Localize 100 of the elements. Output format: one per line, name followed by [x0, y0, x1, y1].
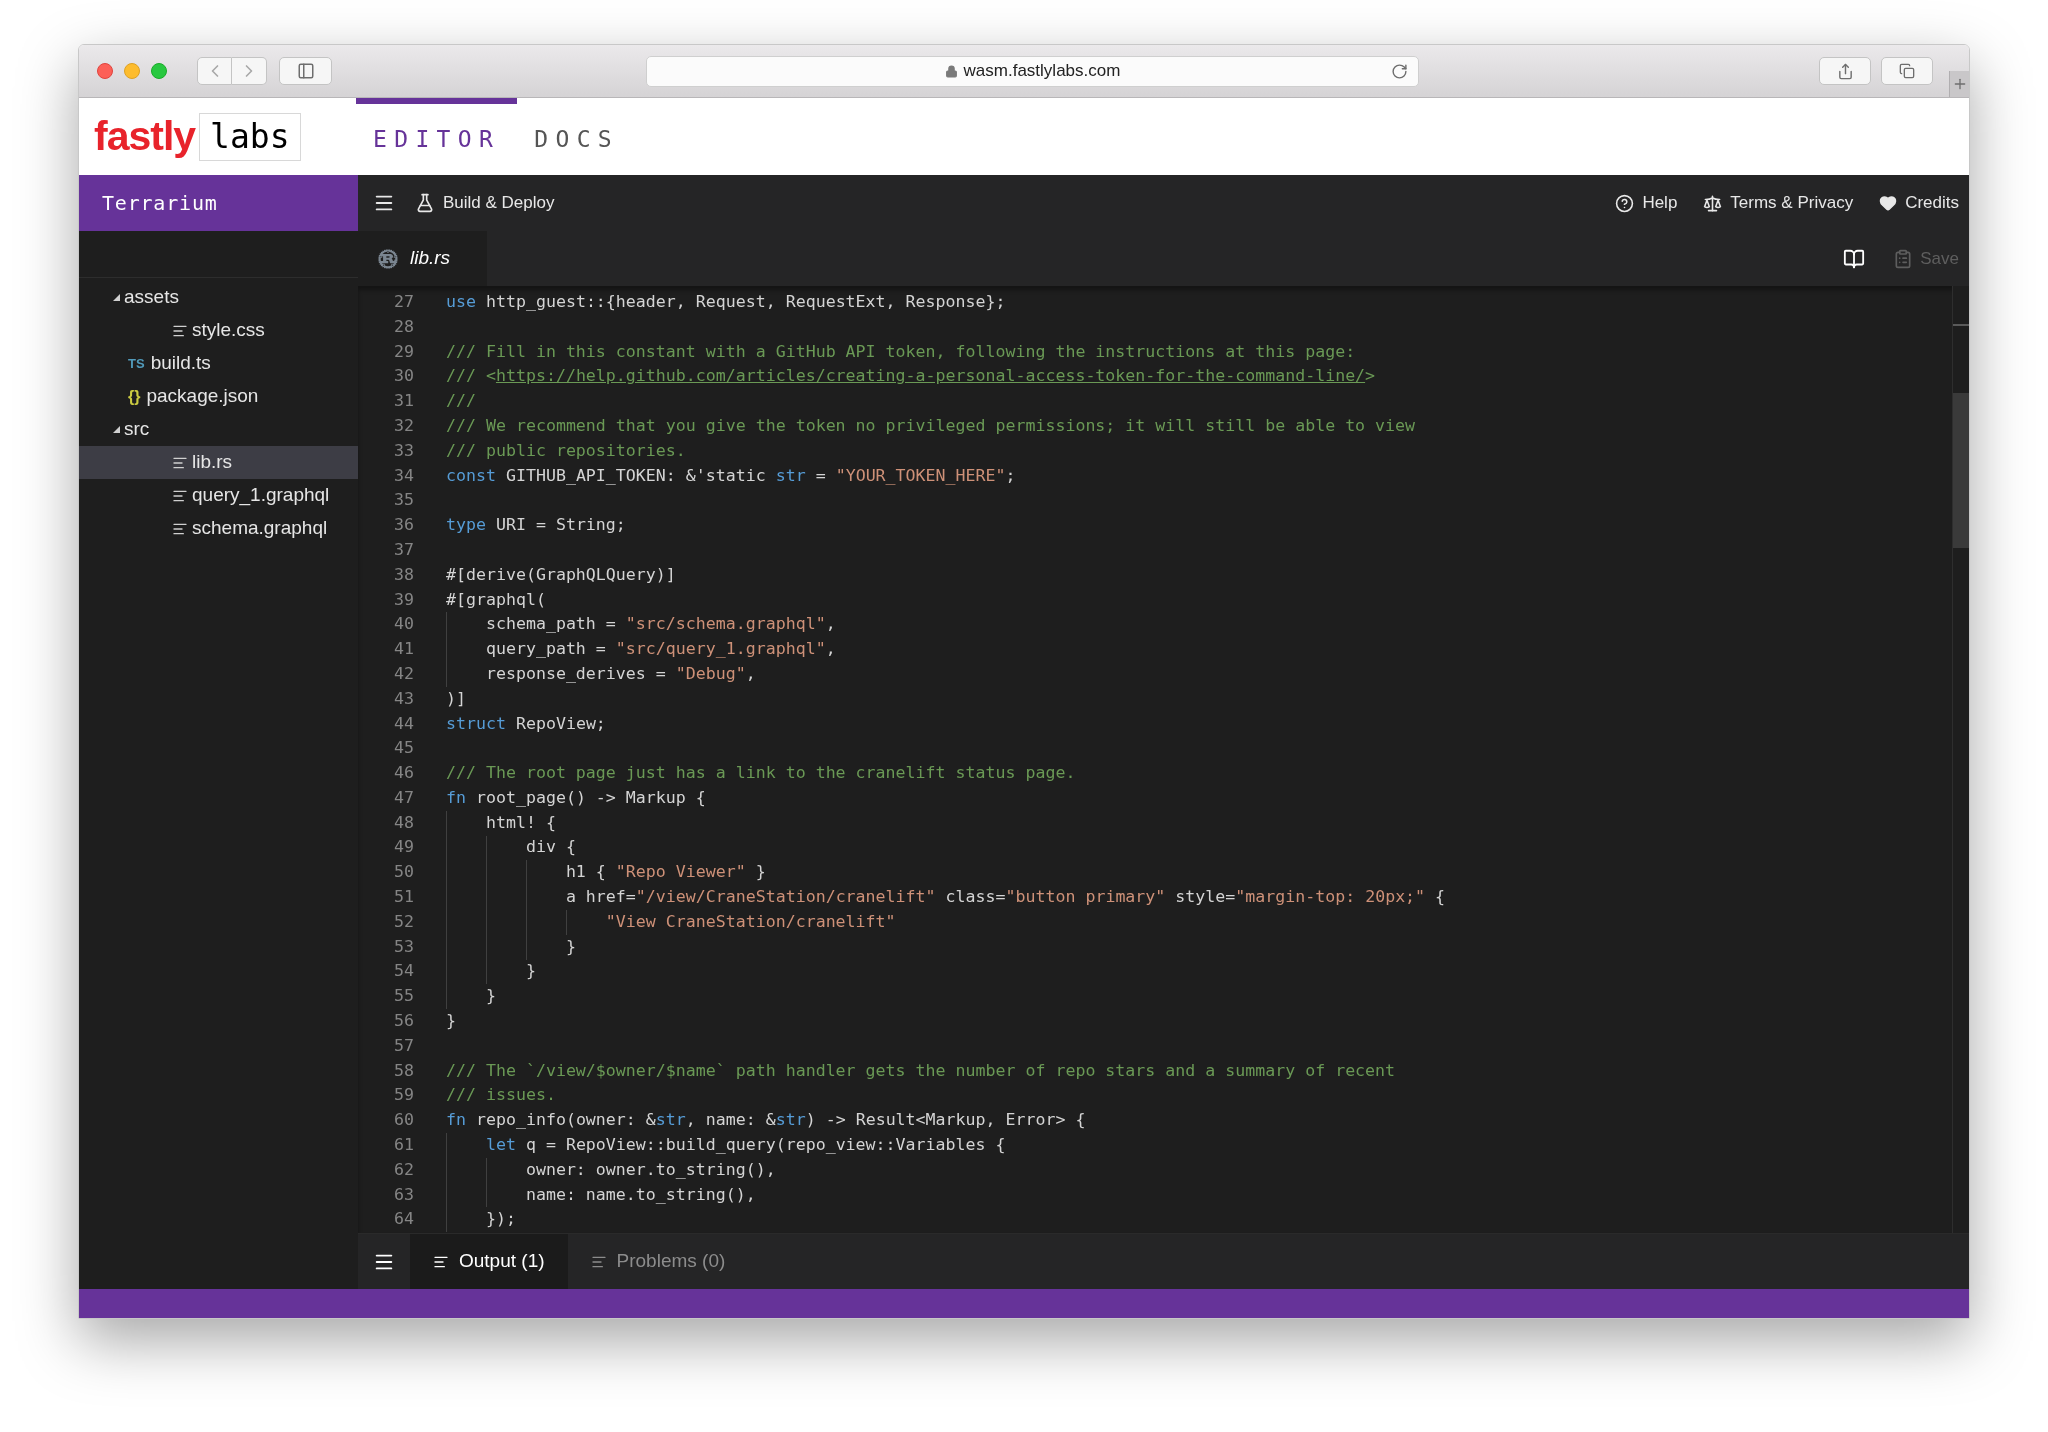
code-line: use http_guest::{header, Request, RequestExt, Response}; [446, 290, 1006, 313]
code-line: #[graphql( [446, 588, 546, 611]
minimize-button[interactable] [124, 63, 140, 79]
code-line: fn repo_info(owner: &str, name: &str) -> Result<Markup, Error> { [446, 1109, 1086, 1132]
file-tab[interactable]: lib.rs [358, 231, 487, 286]
line-number: 42 [393, 662, 414, 685]
nav-tab[interactable]: DOCS [517, 98, 637, 175]
folder-item[interactable]: src [79, 413, 358, 446]
code-line: fn root_page() -> Markup { [446, 786, 706, 809]
code-line: /// public repositories. [446, 439, 686, 462]
line-number: 38 [393, 563, 414, 586]
address-field[interactable]: wasm.fastlylabs.com [646, 55, 1419, 87]
code-line: /// The `/view/$owner/$name` path handler gets the number of repo stars and a summary of recent [446, 1059, 1396, 1082]
code-line: "View CraneStation/cranelift" [604, 910, 896, 933]
code-line: a href="/view/CraneStation/cranelift" class="button primary" style="margin-top: 20px;" { [564, 886, 1446, 909]
scrollbar-thumb[interactable] [1953, 393, 1969, 548]
line-number: 54 [393, 960, 414, 983]
book-icon[interactable] [1843, 247, 1866, 270]
code-line: const GITHUB_API_TOKEN: &'static str = "YOUR_TOKEN_HERE"; [446, 464, 1016, 487]
line-number: 45 [393, 737, 414, 760]
code-line: query_path = "src/query_1.graphql", [484, 638, 836, 661]
build-deploy-button[interactable]: Build & Deploy [415, 190, 555, 216]
close-button[interactable] [97, 63, 113, 79]
line-number: 61 [393, 1134, 414, 1157]
line-number: 31 [393, 390, 414, 413]
line-number: 64 [393, 1208, 414, 1231]
code-line: } [446, 1010, 456, 1033]
line-number: 51 [393, 886, 414, 909]
code-line: } [484, 985, 496, 1008]
file-item[interactable]: query_1.graphql [79, 479, 358, 512]
line-number: 32 [393, 414, 414, 437]
line-number: 41 [393, 638, 414, 661]
line-number: 39 [393, 588, 414, 611]
code-line: name: name.to_string(), [524, 1183, 756, 1206]
code-line: /// Fill in this constant with a GitHub API token, following the instructions at this page: [446, 340, 1356, 363]
line-number: 34 [393, 464, 414, 487]
line-number: 63 [393, 1183, 414, 1206]
code-line: h1 { "Repo Viewer" } [564, 861, 766, 884]
toolbar-link[interactable]: Terms & Privacy [1703, 190, 1854, 216]
line-number: 37 [393, 538, 414, 561]
scrollbar[interactable] [1952, 286, 1969, 1233]
line-number: 33 [393, 439, 414, 462]
line-number: 47 [393, 786, 414, 809]
share-icon [1836, 62, 1854, 80]
heart-icon [1879, 194, 1898, 212]
code-line: #[derive(GraphQLQuery)] [446, 563, 676, 586]
scales-icon [1703, 193, 1723, 213]
code-line: } [564, 935, 576, 958]
code-line: /// [446, 390, 476, 413]
line-number: 44 [393, 712, 414, 735]
panel-tab[interactable]: Output (1) [410, 1234, 568, 1289]
url-text: wasm.fastlylabs.com [963, 60, 1121, 83]
code-line: type URI = String; [446, 514, 626, 537]
code-line: response_derives = "Debug", [484, 662, 756, 685]
flask-icon [415, 193, 435, 213]
file-item[interactable]: schema.graphql [79, 512, 358, 545]
code-line: owner: owner.to_string(), [524, 1158, 776, 1181]
line-number: 40 [393, 613, 414, 636]
line-number: 29 [393, 340, 414, 363]
line-number: 50 [393, 861, 414, 884]
typescript-icon: TS [128, 353, 145, 374]
file-item[interactable]: {} package.json [79, 380, 358, 413]
code-line: schema_path = "src/schema.graphql", [484, 613, 836, 636]
line-number: 46 [393, 762, 414, 785]
code-line: /// issues. [446, 1084, 556, 1107]
forward-button[interactable] [232, 57, 267, 85]
line-number: 43 [393, 687, 414, 710]
toolbar-link[interactable]: Help [1615, 190, 1678, 216]
new-tab-button[interactable] [1949, 71, 1969, 97]
code-line: /// The root page just has a link to the cranelift status page. [446, 762, 1076, 785]
lock-icon [944, 64, 958, 78]
logo-suffix: labs [199, 112, 301, 161]
help-icon [1615, 193, 1635, 213]
scrollbar-marker [1953, 324, 1969, 326]
code-line: } [524, 960, 536, 983]
line-number: 56 [393, 1010, 414, 1033]
file-item[interactable]: style.css [79, 314, 358, 347]
cog-icon [378, 248, 398, 269]
reload-icon[interactable] [1391, 62, 1408, 80]
line-number: 59 [393, 1084, 414, 1107]
share-button[interactable] [1819, 57, 1871, 85]
line-number: 57 [393, 1034, 414, 1057]
toolbar-link[interactable]: Credits [1879, 190, 1959, 216]
line-number: 52 [393, 910, 414, 933]
line-number: 55 [393, 985, 414, 1008]
file-item[interactable]: TS build.ts [79, 347, 358, 380]
code-line: html! { [484, 811, 556, 834]
maximize-button[interactable] [151, 63, 167, 79]
sidebar-button[interactable] [279, 57, 332, 85]
back-button[interactable] [197, 57, 232, 85]
tabs-icon [1899, 63, 1915, 79]
folder-item[interactable]: assets [79, 281, 358, 314]
file-item[interactable]: lib.rs [79, 446, 358, 479]
clipboard-icon [1893, 248, 1914, 269]
project-header: Terrarium [79, 175, 358, 231]
code-line: let q = RepoView::build_query(repo_view::Variables { [484, 1134, 1006, 1157]
line-number: 35 [393, 489, 414, 512]
panel-tab[interactable]: Problems (0) [567, 1234, 749, 1289]
tabs-button[interactable] [1881, 57, 1933, 85]
line-number: 36 [393, 514, 414, 537]
